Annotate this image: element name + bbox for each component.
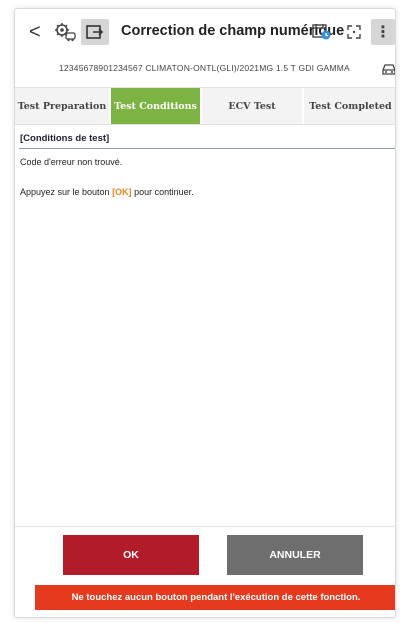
instruction-ok-highlight: [OK] bbox=[112, 187, 132, 197]
expand-icon[interactable] bbox=[340, 19, 368, 45]
footer-divider bbox=[15, 526, 395, 527]
back-button[interactable]: < bbox=[29, 21, 43, 43]
instruction-text-before: Appuyez sur le bouton bbox=[20, 187, 113, 197]
more-menu-icon[interactable]: ⋮ bbox=[371, 19, 395, 45]
vehicle-info-bar: 12345678901234567 CLIMATON-ONTL(GLI)/202… bbox=[15, 57, 395, 83]
instruction-message: Appuyez sur le bouton [OK] pour continue… bbox=[20, 187, 194, 197]
cancel-button[interactable]: ANNULER bbox=[227, 535, 363, 575]
car-icon[interactable] bbox=[381, 61, 395, 77]
header-bar: < Correction de champ numérique ⋮ bbox=[15, 9, 395, 57]
tab-ecv-test[interactable]: ECV Test bbox=[202, 88, 304, 124]
screen-capture-icon[interactable] bbox=[81, 19, 109, 45]
vehicle-gear-icon[interactable] bbox=[51, 19, 79, 45]
calendar-icon[interactable] bbox=[308, 19, 336, 45]
section-title: [Conditions de test] bbox=[19, 127, 395, 149]
tab-test-preparation[interactable]: Test Preparation bbox=[15, 88, 111, 124]
warning-banner: Ne touchez aucun bouton pendant l'exécut… bbox=[35, 585, 395, 610]
step-tabs: Test Preparation Test Conditions ECV Tes… bbox=[15, 87, 395, 125]
tab-test-completed[interactable]: Test Completed bbox=[304, 88, 395, 124]
vehicle-description: 12345678901234567 CLIMATON-ONTL(GLI)/202… bbox=[59, 63, 350, 73]
app-window: < Correction de champ numérique ⋮ 123456… bbox=[14, 8, 396, 618]
status-message: Code d'erreur non trouvé. bbox=[20, 157, 123, 167]
ok-button[interactable]: OK bbox=[63, 535, 199, 575]
tab-test-conditions[interactable]: Test Conditions bbox=[111, 88, 202, 124]
instruction-text-after: pour continuer. bbox=[131, 187, 194, 197]
